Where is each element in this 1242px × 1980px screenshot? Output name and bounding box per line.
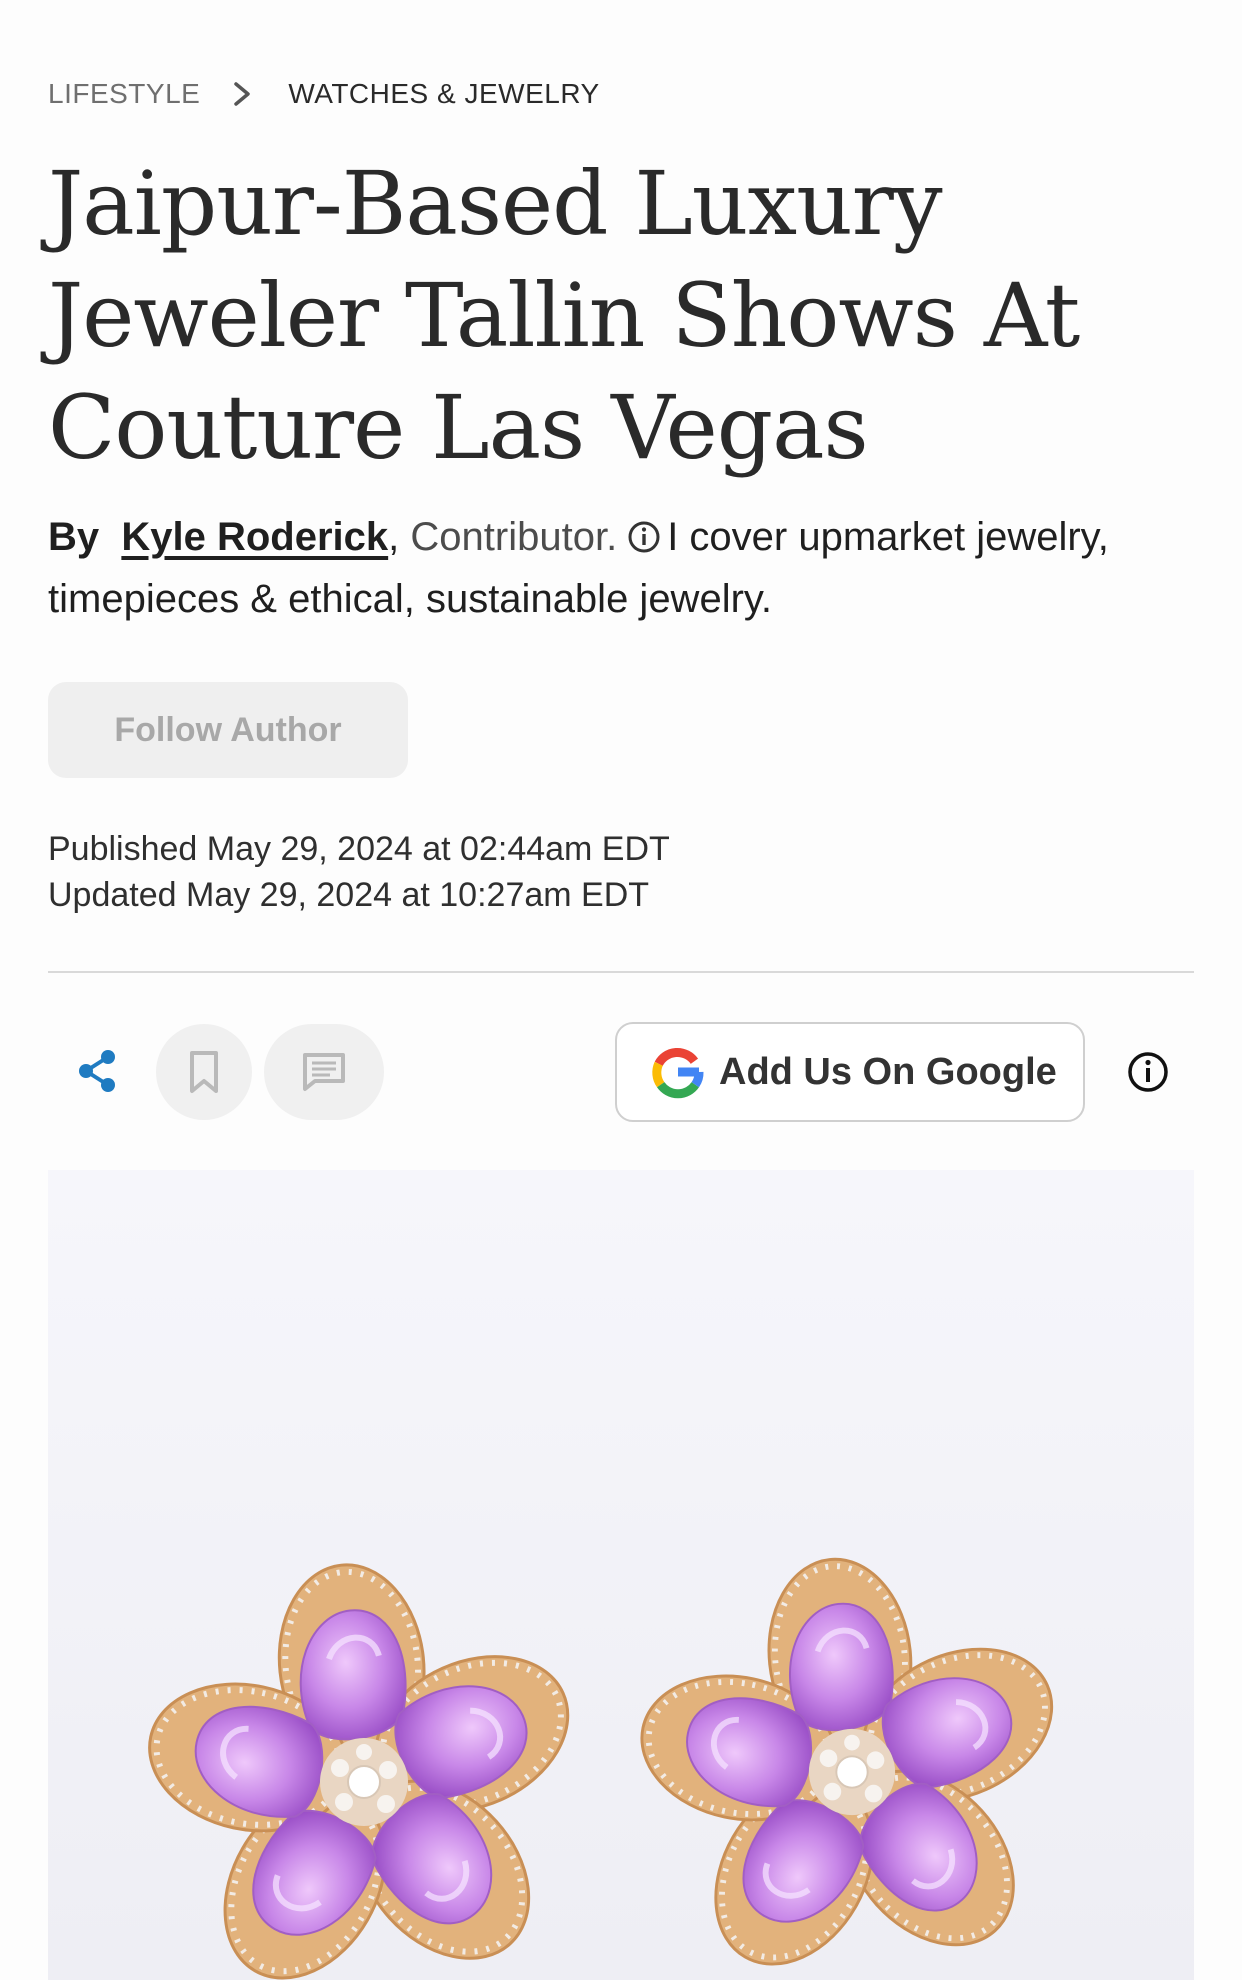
- breadcrumb: LIFESTYLE WATCHES & JEWELRY: [48, 78, 600, 110]
- comment-button[interactable]: [264, 1024, 384, 1120]
- byline-comma: ,: [388, 515, 400, 559]
- add-us-on-google-button[interactable]: Add Us On Google: [615, 1022, 1085, 1122]
- info-icon[interactable]: [1126, 1050, 1170, 1094]
- article-dates: Published May 29, 2024 at 02:44am EDT Up…: [48, 826, 670, 918]
- breadcrumb-lifestyle[interactable]: LIFESTYLE: [48, 78, 200, 110]
- google-button-label: Add Us On Google: [719, 1050, 1057, 1093]
- article-toolbar: Add Us On Google: [48, 1020, 1194, 1124]
- published-date: Published May 29, 2024 at 02:44am EDT: [48, 830, 670, 868]
- earrings-photo: [48, 1170, 1194, 1980]
- author-role: Contributor.: [410, 515, 618, 559]
- bookmark-icon: [190, 1051, 218, 1093]
- follow-author-button[interactable]: Follow Author: [48, 682, 408, 778]
- info-icon[interactable]: [627, 520, 661, 554]
- byline-by: By: [48, 515, 100, 559]
- chevron-right-icon: [234, 82, 251, 106]
- byline: By Kyle Roderick, Contributor. I cover u…: [48, 506, 1168, 630]
- hero-image: [48, 1170, 1194, 1980]
- divider: [48, 971, 1194, 973]
- author-link[interactable]: Kyle Roderick: [121, 515, 388, 559]
- google-g-icon: [652, 1048, 704, 1099]
- comment-icon: [303, 1053, 345, 1091]
- updated-date: Updated May 29, 2024 at 10:27am EDT: [48, 876, 650, 914]
- page-title: Jaipur-Based Luxury Jeweler Tallin Shows…: [48, 152, 1080, 479]
- breadcrumb-watches-jewelry[interactable]: WATCHES & JEWELRY: [288, 78, 599, 110]
- share-icon[interactable]: [72, 1046, 122, 1096]
- bookmark-button[interactable]: [156, 1024, 252, 1120]
